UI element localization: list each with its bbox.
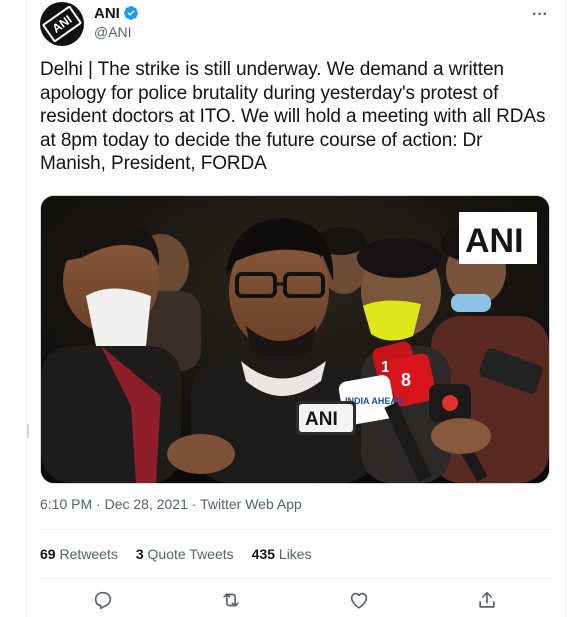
divider (40, 529, 552, 530)
mic-ani-label: ANI (305, 409, 338, 430)
tweet-actions (40, 583, 552, 617)
retweet-icon (223, 593, 239, 607)
separator: · (96, 496, 101, 512)
tweet-source[interactable]: Twitter Web App (200, 496, 302, 512)
more-icon[interactable]: ··· (532, 6, 548, 24)
engagement-stats: 69 Retweets 3 Quote Tweets 435 Likes (40, 546, 330, 562)
photo-watermark: ANI (465, 222, 524, 260)
tweet-text: Delhi | The strike is still underway. We… (40, 59, 546, 175)
quote-tweets-label: Quote Tweets (147, 546, 234, 562)
tweet-card: ANI ANI @ANI ··· Delhi | The strike is s… (26, 0, 566, 617)
reply-button[interactable] (92, 589, 114, 611)
display-name[interactable]: ANI (94, 5, 120, 22)
reply-icon (94, 591, 112, 610)
retweets-count: 69 (40, 546, 56, 562)
avatar-logo: ANI (41, 5, 83, 43)
like-icon (350, 592, 368, 609)
verified-badge-icon (123, 6, 138, 20)
avatar[interactable]: ANI (40, 2, 84, 46)
photo-illustration: 18 8 INDIA AHEAD ANI ANI (41, 196, 549, 483)
handle[interactable]: @ANI (94, 24, 139, 40)
retweets-stat[interactable]: 69 Retweets (40, 546, 118, 562)
tweet-header: ANI ANI @ANI ··· (40, 2, 552, 46)
share-icon (479, 591, 495, 608)
divider (40, 578, 552, 579)
share-button[interactable] (476, 589, 498, 611)
retweet-button[interactable] (220, 589, 242, 611)
scroll-marker (27, 424, 29, 438)
author-block[interactable]: ANI @ANI (94, 3, 139, 40)
separator: · (191, 496, 197, 512)
quote-tweets-stat[interactable]: 3 Quote Tweets (136, 546, 234, 562)
tweet-photo[interactable]: 18 8 INDIA AHEAD ANI ANI (40, 195, 550, 484)
tweet-date[interactable]: Dec 28, 2021 (105, 496, 188, 512)
likes-stat[interactable]: 435 Likes (252, 546, 312, 562)
likes-count: 435 (251, 546, 276, 562)
tweet-time[interactable]: 6:10 PM (40, 496, 92, 512)
tweet-timestamp: 6:10 PM · Dec 28, 2021 · Twitter Web App (40, 496, 302, 512)
quote-tweets-count: 3 (135, 546, 144, 562)
mic-8-label: 8 (401, 370, 411, 390)
retweets-label: Retweets (59, 546, 118, 562)
like-button[interactable] (348, 589, 370, 611)
likes-label: Likes (278, 546, 312, 562)
